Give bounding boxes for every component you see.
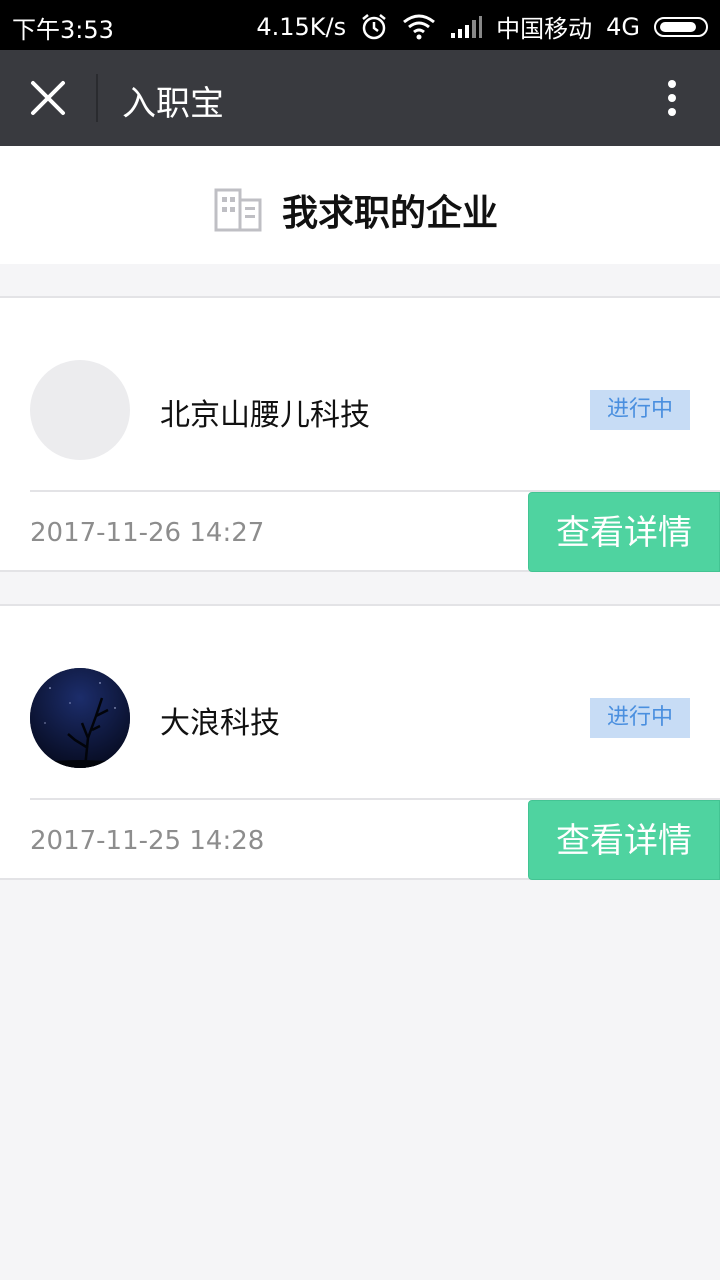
status-time: 下午3:53	[12, 16, 114, 44]
wifi-icon	[403, 14, 436, 39]
nav-divider	[96, 74, 98, 122]
status-badge: 进行中	[590, 698, 690, 738]
night-sky-image	[30, 668, 130, 768]
alarm-icon	[362, 13, 386, 39]
company-avatar	[30, 668, 130, 768]
battery-icon	[654, 16, 708, 37]
page-header: 我求职的企业	[0, 146, 720, 264]
view-details-button[interactable]: 查看详情	[528, 492, 720, 572]
application-card[interactable]: 大浪科技 进行中 2017-11-25 14:28 查看详情	[0, 604, 720, 880]
building-icon	[214, 188, 262, 232]
company-name: 北京山腰儿科技	[160, 398, 370, 433]
network-speed: 4.15K/s	[256, 12, 347, 41]
application-card[interactable]: 北京山腰儿科技 进行中 2017-11-26 14:27 查看详情	[0, 296, 720, 572]
nav-title: 入职宝	[122, 84, 224, 124]
nav-bar: 入职宝	[0, 50, 720, 146]
page-title: 我求职的企业	[282, 193, 499, 234]
status-bar: 下午3:53 4.15K/s 中国移动 4G	[0, 0, 720, 50]
company-name: 大浪科技	[160, 706, 280, 741]
close-icon[interactable]	[28, 78, 68, 118]
status-badge: 进行中	[590, 390, 690, 430]
application-date: 2017-11-26 14:27	[30, 518, 265, 548]
network-type: 4G	[606, 12, 640, 41]
carrier-name: 中国移动	[496, 15, 593, 43]
more-vertical-icon[interactable]	[662, 78, 682, 118]
signal-icon	[451, 15, 483, 38]
company-avatar	[30, 360, 130, 460]
application-date: 2017-11-25 14:28	[30, 826, 265, 856]
view-details-button[interactable]: 查看详情	[528, 800, 720, 880]
